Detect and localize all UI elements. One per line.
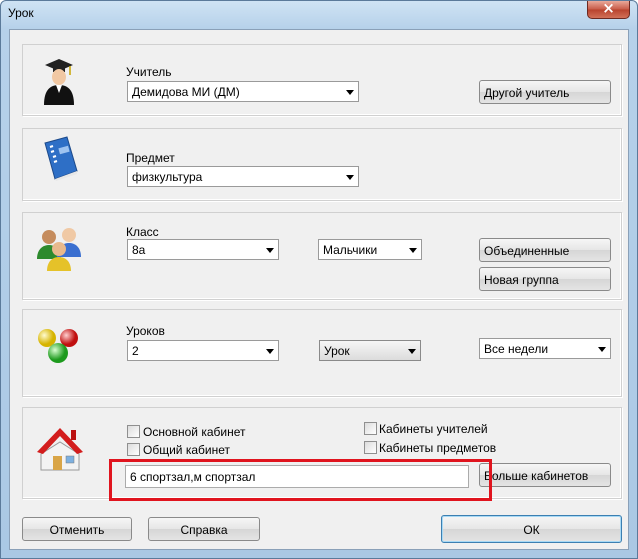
subject-value: физкультура — [132, 170, 203, 184]
close-icon: × — [602, 0, 615, 17]
window-title: Урок — [8, 6, 34, 20]
ok-button[interactable]: ОК — [441, 515, 622, 543]
teacher-value: Демидова МИ (ДМ) — [132, 85, 240, 99]
teacher-select[interactable]: Демидова МИ (ДМ) — [127, 81, 359, 102]
lessons-count-select[interactable]: 2 — [127, 340, 279, 361]
chevron-down-icon — [408, 349, 416, 354]
new-group-button[interactable]: Новая группа — [479, 267, 611, 291]
more-rooms-label: Больше кабинетов — [484, 469, 589, 483]
other-teacher-label: Другой учитель — [484, 86, 570, 100]
teacher-icon — [44, 59, 74, 105]
lessons-label: Уроков — [126, 324, 165, 338]
cancel-button[interactable]: Отменить — [22, 517, 132, 541]
house-icon — [37, 428, 83, 471]
main-room-label: Основной кабинет — [143, 425, 246, 439]
main-room-checkbox[interactable] — [127, 425, 140, 438]
subject-select[interactable]: физкультура — [127, 166, 359, 187]
common-room-label: Общий кабинет — [143, 443, 230, 457]
more-rooms-button[interactable]: Больше кабинетов — [479, 463, 611, 487]
common-room-checkbox[interactable] — [127, 443, 140, 456]
class-label: Класс — [126, 225, 159, 239]
teacher-panel: Учитель Демидова МИ (ДМ) Другой учитель — [22, 44, 622, 116]
group-select[interactable]: Мальчики — [318, 239, 422, 260]
weeks-select[interactable]: Все недели — [479, 338, 611, 359]
students-icon — [37, 228, 81, 271]
lessons-count-value: 2 — [132, 344, 139, 358]
teacher-rooms-label: Кабинеты учителей — [379, 422, 488, 436]
book-icon — [44, 136, 78, 181]
dialog-body: Учитель Демидова МИ (ДМ) Другой учитель … — [9, 29, 629, 550]
lesson-type-value: Урок — [324, 344, 350, 358]
chevron-down-icon — [598, 347, 606, 352]
class-value: 8а — [132, 243, 146, 257]
lessons-panel: Уроков 2 Урок Все недели — [22, 309, 622, 397]
chevron-down-icon — [409, 248, 417, 253]
chevron-down-icon — [346, 175, 354, 180]
new-group-label: Новая группа — [484, 273, 559, 287]
chevron-down-icon — [266, 248, 274, 253]
title-bar: Урок × — [1, 0, 637, 28]
class-select[interactable]: 8а — [127, 239, 279, 260]
chevron-down-icon — [346, 90, 354, 95]
merged-button[interactable]: Объединенные — [479, 238, 611, 262]
help-button[interactable]: Справка — [148, 517, 260, 541]
weeks-value: Все недели — [484, 342, 549, 356]
class-panel: Класс 8а Мальчики Объединенные Новая гру… — [22, 212, 622, 300]
balls-icon — [38, 329, 78, 363]
subject-panel: Предмет физкультура — [22, 128, 622, 201]
subject-rooms-checkbox[interactable] — [364, 441, 377, 454]
help-label: Справка — [180, 523, 228, 537]
teacher-label: Учитель — [126, 65, 172, 79]
teacher-rooms-checkbox[interactable] — [364, 422, 377, 435]
chevron-down-icon — [266, 349, 274, 354]
highlight-box — [109, 459, 492, 501]
other-teacher-button[interactable]: Другой учитель — [479, 80, 611, 104]
subject-label: Предмет — [126, 151, 175, 165]
lesson-type-select[interactable]: Урок — [319, 340, 421, 361]
subject-rooms-label: Кабинеты предметов — [379, 441, 497, 455]
dialog-window: Урок × Учитель Демидова МИ (ДМ) Другой у… — [0, 0, 638, 559]
ok-label: ОК — [523, 523, 540, 537]
close-button[interactable]: × — [587, 0, 630, 19]
group-value: Мальчики — [323, 243, 378, 257]
cancel-label: Отменить — [49, 523, 105, 537]
merged-label: Объединенные — [484, 244, 570, 258]
